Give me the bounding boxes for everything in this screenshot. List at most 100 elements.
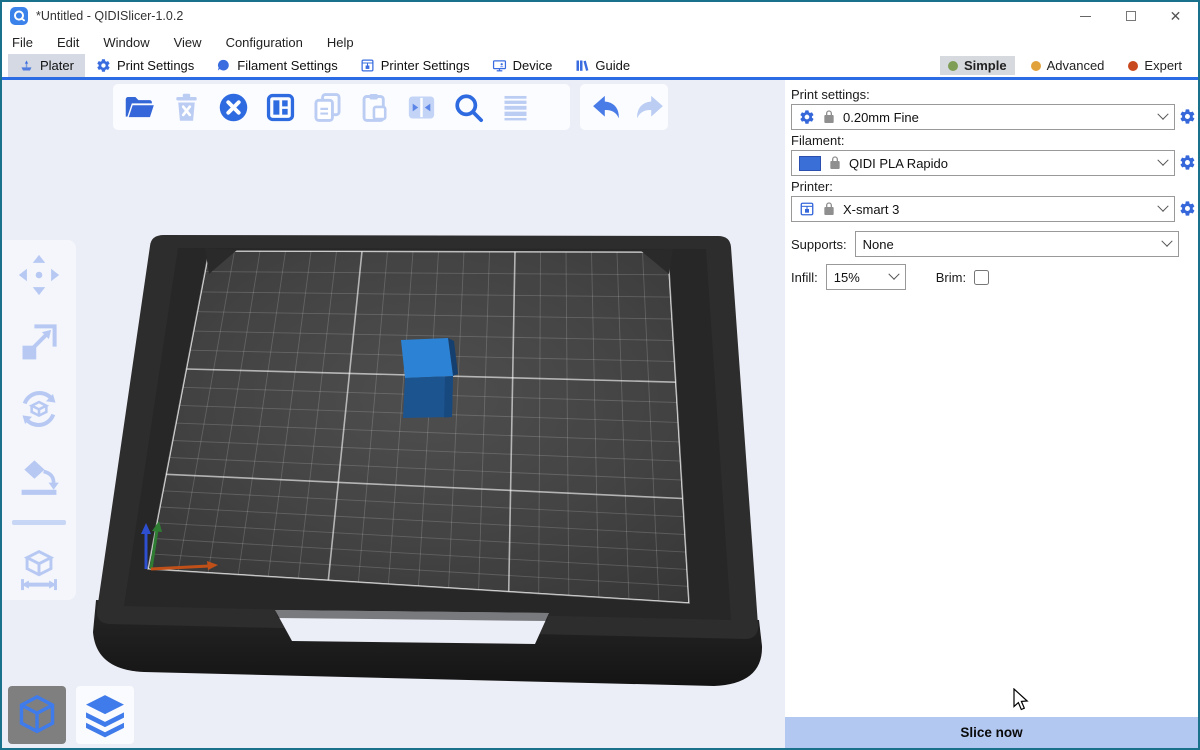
preview-view-button[interactable] <box>76 686 134 744</box>
delete-all-icon <box>217 91 250 124</box>
copy-button[interactable] <box>310 90 345 125</box>
search-button[interactable] <box>451 90 486 125</box>
tab-label: Plater <box>40 58 74 73</box>
menu-bar: File Edit Window View Configuration Help <box>2 30 1198 54</box>
expert-dot-icon <box>1128 61 1138 71</box>
print-settings-gear-button[interactable] <box>1178 108 1196 126</box>
tab-filament-settings[interactable]: Filament Settings <box>205 54 348 77</box>
measure-icon <box>17 547 61 591</box>
main-toolbar <box>113 84 570 130</box>
gear-icon <box>1179 200 1196 217</box>
tab-printer-settings[interactable]: Printer Settings <box>349 54 481 77</box>
brim-checkbox[interactable] <box>974 270 989 285</box>
printer-select[interactable]: X-smart 3 <box>791 196 1175 222</box>
variable-layer-height-button[interactable] <box>498 90 533 125</box>
lock-icon <box>821 201 837 217</box>
print-settings-value: 0.20mm Fine <box>843 110 919 125</box>
menu-view[interactable]: View <box>174 35 202 50</box>
print-bed-scene <box>2 80 785 748</box>
minimize-icon <box>1080 16 1091 17</box>
arrange-icon <box>264 91 297 124</box>
menu-window[interactable]: Window <box>103 35 149 50</box>
filament-gear-button[interactable] <box>1178 154 1196 172</box>
tab-device[interactable]: Device <box>481 54 564 77</box>
simple-dot-icon <box>948 61 958 71</box>
paste-icon <box>358 91 391 124</box>
open-file-button[interactable] <box>122 90 157 125</box>
close-button[interactable]: ✕ <box>1153 2 1198 30</box>
tab-plater[interactable]: Plater <box>8 54 85 77</box>
arrange-button[interactable] <box>263 90 298 125</box>
variable-layer-height-icon <box>499 91 532 124</box>
rotate-button[interactable] <box>16 386 62 432</box>
mode-expert[interactable]: Expert <box>1120 56 1190 75</box>
tab-bar: Plater Print Settings Filament Settings … <box>2 54 1198 80</box>
menu-file[interactable]: File <box>12 35 33 50</box>
slice-now-button[interactable]: Slice now <box>785 717 1198 748</box>
advanced-dot-icon <box>1031 61 1041 71</box>
supports-value: None <box>863 237 894 252</box>
device-icon <box>492 58 507 73</box>
app-logo-icon <box>10 7 28 25</box>
copy-icon <box>311 91 344 124</box>
redo-button[interactable] <box>634 90 667 125</box>
tab-label: Print Settings <box>117 58 194 73</box>
filament-label: Filament: <box>791 133 1196 148</box>
mode-simple[interactable]: Simple <box>940 56 1015 75</box>
maximize-icon <box>1126 11 1136 21</box>
gear-icon <box>96 58 111 73</box>
place-on-face-button[interactable] <box>16 453 62 499</box>
search-icon <box>452 91 485 124</box>
3d-viewport[interactable] <box>2 80 785 748</box>
brim-label: Brim: <box>936 270 966 285</box>
lock-icon <box>827 155 843 171</box>
undo-button[interactable] <box>589 90 622 125</box>
redo-icon <box>634 91 667 124</box>
view-toggles <box>8 686 134 744</box>
model-cube <box>401 338 458 418</box>
infill-select[interactable]: 15% <box>826 264 906 290</box>
printer-label: Printer: <box>791 179 1196 194</box>
paste-button[interactable] <box>357 90 392 125</box>
bed-plate <box>148 251 689 603</box>
filament-select[interactable]: QIDI PLA Rapido <box>791 150 1175 176</box>
chevron-down-icon <box>1157 155 1168 166</box>
tab-guide[interactable]: Guide <box>563 54 641 77</box>
3d-editor-view-button[interactable] <box>8 686 66 744</box>
tab-label: Device <box>513 58 553 73</box>
print-settings-label: Print settings: <box>791 87 1196 102</box>
printer-gear-button[interactable] <box>1178 200 1196 218</box>
print-settings-select[interactable]: 0.20mm Fine <box>791 104 1175 130</box>
window-controls: ✕ <box>1063 2 1198 30</box>
guide-icon <box>574 58 589 73</box>
minimize-button[interactable] <box>1063 2 1108 30</box>
measure-button[interactable] <box>16 546 62 592</box>
lock-icon <box>821 109 837 125</box>
menu-configuration[interactable]: Configuration <box>226 35 303 50</box>
split-objects-button[interactable] <box>404 90 439 125</box>
gear-icon <box>1179 108 1196 125</box>
menu-help[interactable]: Help <box>327 35 354 50</box>
place-on-face-icon <box>17 454 61 498</box>
title-bar: *Untitled - QIDISlicer-1.0.2 ✕ <box>2 2 1198 30</box>
plater-icon <box>19 58 34 73</box>
tab-label: Printer Settings <box>381 58 470 73</box>
gizmo-toolbar <box>2 240 76 600</box>
settings-sidebar: Print settings: 0.20mm Fine Filament: <box>785 80 1198 748</box>
filament-value: QIDI PLA Rapido <box>849 156 948 171</box>
mode-advanced[interactable]: Advanced <box>1023 56 1113 75</box>
scale-button[interactable] <box>16 319 62 365</box>
printer-icon <box>360 58 375 73</box>
rotate-icon <box>17 387 61 431</box>
supports-select[interactable]: None <box>855 231 1179 257</box>
printer-value: X-smart 3 <box>843 202 899 217</box>
delete-all-button[interactable] <box>216 90 251 125</box>
menu-edit[interactable]: Edit <box>57 35 79 50</box>
move-button[interactable] <box>16 252 62 298</box>
maximize-button[interactable] <box>1108 2 1153 30</box>
tab-label: Guide <box>595 58 630 73</box>
window-title: *Untitled - QIDISlicer-1.0.2 <box>36 9 183 23</box>
tab-print-settings[interactable]: Print Settings <box>85 54 205 77</box>
mouse-cursor <box>1013 688 1031 712</box>
delete-button[interactable] <box>169 90 204 125</box>
